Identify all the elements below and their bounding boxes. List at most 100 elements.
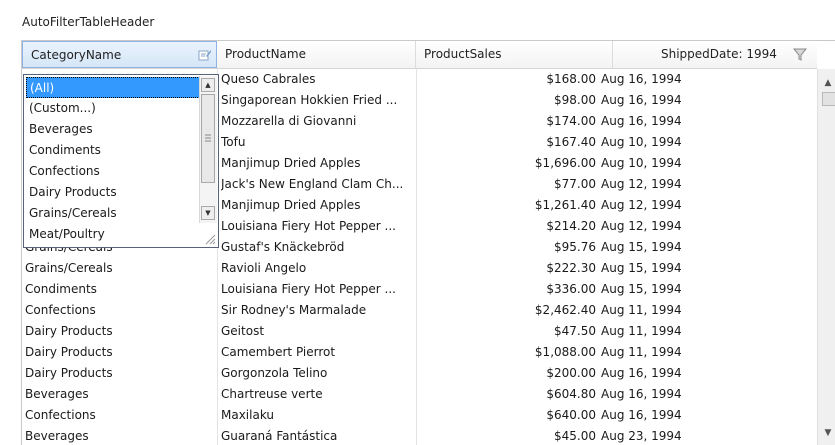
cell-date: Aug 23, 1994 (601, 429, 682, 443)
cell-product: Maxilaku (221, 408, 275, 422)
table-row[interactable]: Dairy Products Gorgonzola Telino $200.00 Au… (22, 363, 817, 384)
cell-sales: $47.50 (554, 324, 596, 338)
table-row[interactable]: Dairy Products Camembert Pierrot $1,088.00… (22, 342, 817, 363)
dropdown-item[interactable]: Meat/Poultry (26, 224, 200, 245)
cell-product: Guaraná Fantástica (221, 429, 338, 443)
cell-product: Sir Rodney's Marmalade (221, 303, 367, 317)
dropdown-item[interactable]: Grains/Cereals (26, 203, 200, 224)
cell-sales: $98.00 (554, 93, 596, 107)
cell-sales: $168.00 (546, 72, 596, 86)
cell-category: Confections (25, 408, 96, 422)
dropdown-item[interactable]: Confections (26, 161, 200, 182)
window-title: AutoFilterTableHeader (22, 15, 155, 29)
cell-sales: $1,261.40 (534, 198, 596, 212)
cell-product: Singaporean Hokkien Fried ... (221, 93, 398, 107)
dropdown-item[interactable]: Condiments (26, 140, 200, 161)
cell-date: Aug 16, 1994 (601, 366, 682, 380)
cell-sales: $45.00 (554, 429, 596, 443)
scroll-up-icon[interactable]: ▲ (818, 73, 835, 93)
table-row[interactable]: Beverages Guaraná Fantástica $45.00 Aug 23,… (22, 426, 817, 445)
funnel-icon[interactable] (793, 47, 807, 61)
cell-sales: $200.00 (546, 366, 596, 380)
dropdown-scrollbar-thumb[interactable] (201, 94, 215, 183)
header-category-label: CategoryName (31, 48, 122, 62)
table-header: CategoryName ProductName ProductSales Sh… (22, 41, 817, 69)
table-row[interactable]: Grains/Cereals Ravioli Angelo $222.30 Aug 1… (22, 258, 817, 279)
cell-date: Aug 12, 1994 (601, 219, 682, 233)
resize-grip-icon[interactable] (204, 233, 216, 245)
cell-sales: $604.80 (546, 387, 596, 401)
cell-sales: $640.00 (546, 408, 596, 422)
cell-product: Manjimup Dried Apples (221, 198, 361, 212)
cell-product: Louisiana Fiery Hot Pepper ... (221, 219, 396, 233)
cell-product: Queso Cabrales (221, 72, 316, 86)
cell-category: Dairy Products (25, 345, 113, 359)
cell-sales: $95.76 (554, 240, 596, 254)
filter-edit-icon[interactable] (198, 48, 212, 62)
cell-product: Geitost (221, 324, 265, 338)
header-shipped-date[interactable]: ShippedDate: 1994 (613, 41, 817, 68)
cell-product: Camembert Pierrot (221, 345, 336, 359)
header-category-name[interactable]: CategoryName (22, 41, 217, 68)
cell-product: Manjimup Dried Apples (221, 156, 361, 170)
cell-category: Condiments (25, 282, 97, 296)
cell-sales: $214.20 (546, 219, 596, 233)
cell-category: Beverages (25, 387, 89, 401)
category-filter-dropdown[interactable]: (All) (Custom...) Beverages Condiments Confe… (23, 74, 219, 248)
header-product-label: ProductName (225, 47, 306, 61)
cell-date: Aug 12, 1994 (601, 177, 682, 191)
cell-date: Aug 10, 1994 (601, 135, 682, 149)
cell-sales: $174.00 (546, 114, 596, 128)
cell-sales: $222.30 (546, 261, 596, 275)
cell-date: Aug 12, 1994 (601, 198, 682, 212)
dropdown-item[interactable]: (Custom...) (26, 98, 200, 119)
cell-date: Aug 16, 1994 (601, 72, 682, 86)
vertical-scrollbar[interactable]: ▲ ▼ (817, 69, 835, 445)
cell-product: Chartreuse verte (221, 387, 323, 401)
cell-category: Dairy Products (25, 366, 113, 380)
header-sales-label: ProductSales (424, 47, 502, 61)
scrollbar-thumb[interactable] (822, 92, 835, 106)
dropdown-scrollbar[interactable]: ▲ ▼ (199, 76, 217, 223)
cell-date: Aug 15, 1994 (601, 240, 682, 254)
header-product-name[interactable]: ProductName (217, 41, 416, 68)
cell-product: Louisiana Fiery Hot Pepper ... (221, 282, 396, 296)
cell-sales: $1,696.00 (534, 156, 596, 170)
cell-date: Aug 10, 1994 (601, 156, 682, 170)
cell-date: Aug 16, 1994 (601, 387, 682, 401)
header-shipped-label: ShippedDate: 1994 (661, 47, 777, 61)
dropdown-item[interactable]: Dairy Products (26, 182, 200, 203)
table-row[interactable]: Condiments Louisiana Fiery Hot Pepper ...… (22, 279, 817, 300)
header-product-sales[interactable]: ProductSales (416, 41, 613, 68)
dropdown-item[interactable]: Beverages (26, 119, 200, 140)
table-row[interactable]: Beverages Chartreuse verte $604.80 Aug 16, … (22, 384, 817, 405)
cell-product: Gorgonzola Telino (221, 366, 328, 380)
table-row[interactable]: Confections Maxilaku $640.00 Aug 16, 1994 (22, 405, 817, 426)
cell-product: Mozzarella di Giovanni (221, 114, 357, 128)
cell-date: Aug 11, 1994 (601, 324, 682, 338)
cell-category: Confections (25, 303, 96, 317)
dropdown-scroll-up-icon[interactable]: ▲ (201, 78, 215, 92)
cell-category: Beverages (25, 429, 89, 443)
cell-product: Ravioli Angelo (221, 261, 307, 275)
cell-sales: $1,088.00 (534, 345, 596, 359)
cell-sales: $336.00 (546, 282, 596, 296)
scroll-down-icon[interactable]: ▼ (818, 423, 835, 443)
dropdown-item[interactable]: (All) (26, 77, 200, 98)
cell-date: Aug 11, 1994 (601, 303, 682, 317)
table-row[interactable]: Confections Sir Rodney's Marmalade $2,462.… (22, 300, 817, 321)
cell-date: Aug 15, 1994 (601, 261, 682, 275)
cell-category: Grains/Cereals (25, 261, 113, 275)
cell-sales: $2,462.40 (534, 303, 596, 317)
cell-date: Aug 16, 1994 (601, 114, 682, 128)
cell-sales: $77.00 (554, 177, 596, 191)
table-row[interactable]: Dairy Products Geitost $47.50 Aug 11, 1994 (22, 321, 817, 342)
cell-sales: $167.40 (546, 135, 596, 149)
dropdown-scroll-down-icon[interactable]: ▼ (201, 206, 215, 220)
cell-product: Gustaf's Knäckebröd (221, 240, 345, 254)
cell-date: Aug 15, 1994 (601, 282, 682, 296)
cell-category: Dairy Products (25, 324, 113, 338)
cell-date: Aug 11, 1994 (601, 345, 682, 359)
cell-product: Jack's New England Clam Ch... (221, 177, 404, 191)
cell-date: Aug 16, 1994 (601, 93, 682, 107)
